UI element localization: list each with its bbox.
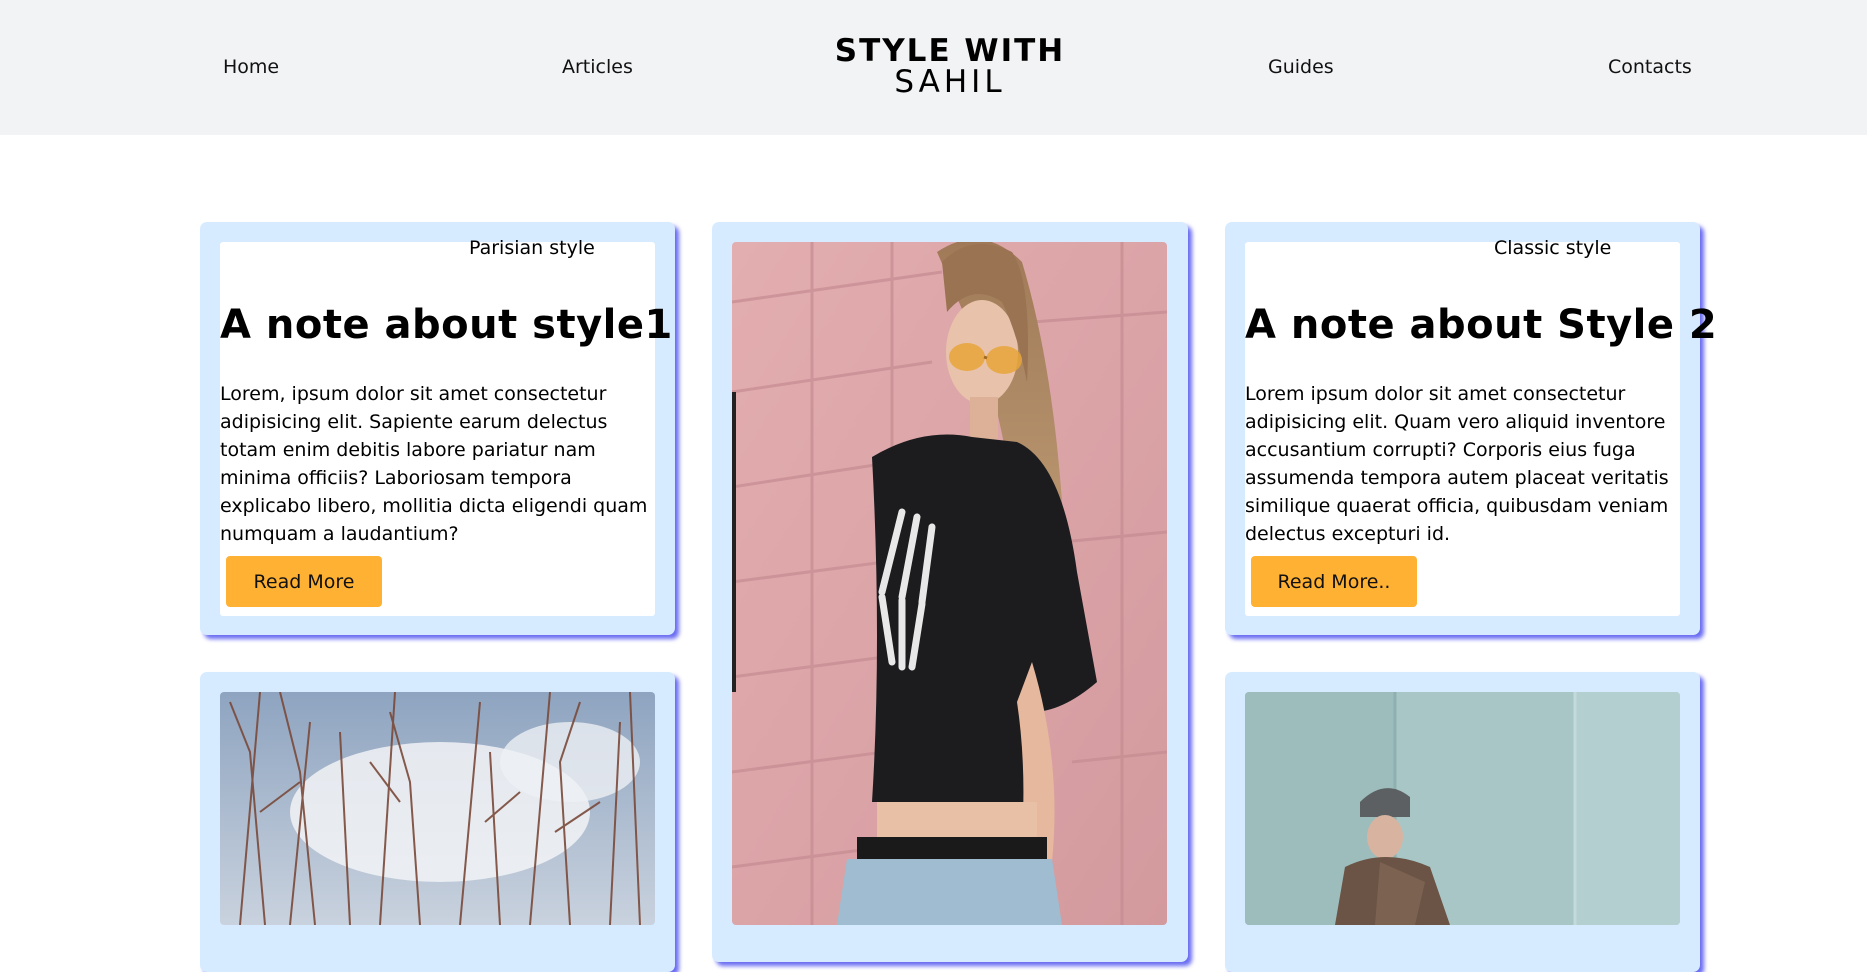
brand-logo[interactable]: STYLE WITH SAHIL <box>820 36 1080 98</box>
card-body-text: Lorem ipsum dolor sit amet consectetur a… <box>1245 383 1669 545</box>
card-subtitle: Classic style <box>1494 237 1612 259</box>
site-header: Home Articles STYLE WITH SAHIL Guides Co… <box>0 0 1867 135</box>
trees-photo <box>220 692 655 925</box>
card-title: A note about style1 <box>220 302 673 348</box>
nav-contacts-link[interactable]: Contacts <box>1608 56 1692 78</box>
card-title: A note about Style 2 <box>1245 302 1718 348</box>
man-photo-image <box>1245 692 1680 925</box>
woman-photo-image <box>732 242 1167 925</box>
nav-home-link[interactable]: Home <box>223 56 279 78</box>
nav-articles-link[interactable]: Articles <box>562 56 633 78</box>
trees-photo-image <box>220 692 655 925</box>
man-photo <box>1245 692 1680 925</box>
read-more-button[interactable]: Read More.. <box>1251 556 1417 607</box>
card-body-text: Lorem, ipsum dolor sit amet consectetur … <box>220 383 648 545</box>
read-more-button[interactable]: Read More <box>226 556 382 607</box>
brand-line-2: SAHIL <box>894 64 1006 100</box>
card-subtitle: Parisian style <box>469 237 595 259</box>
nav-guides-link[interactable]: Guides <box>1268 56 1334 78</box>
brand-line-1: STYLE WITH <box>834 33 1066 69</box>
woman-photo <box>732 242 1167 925</box>
